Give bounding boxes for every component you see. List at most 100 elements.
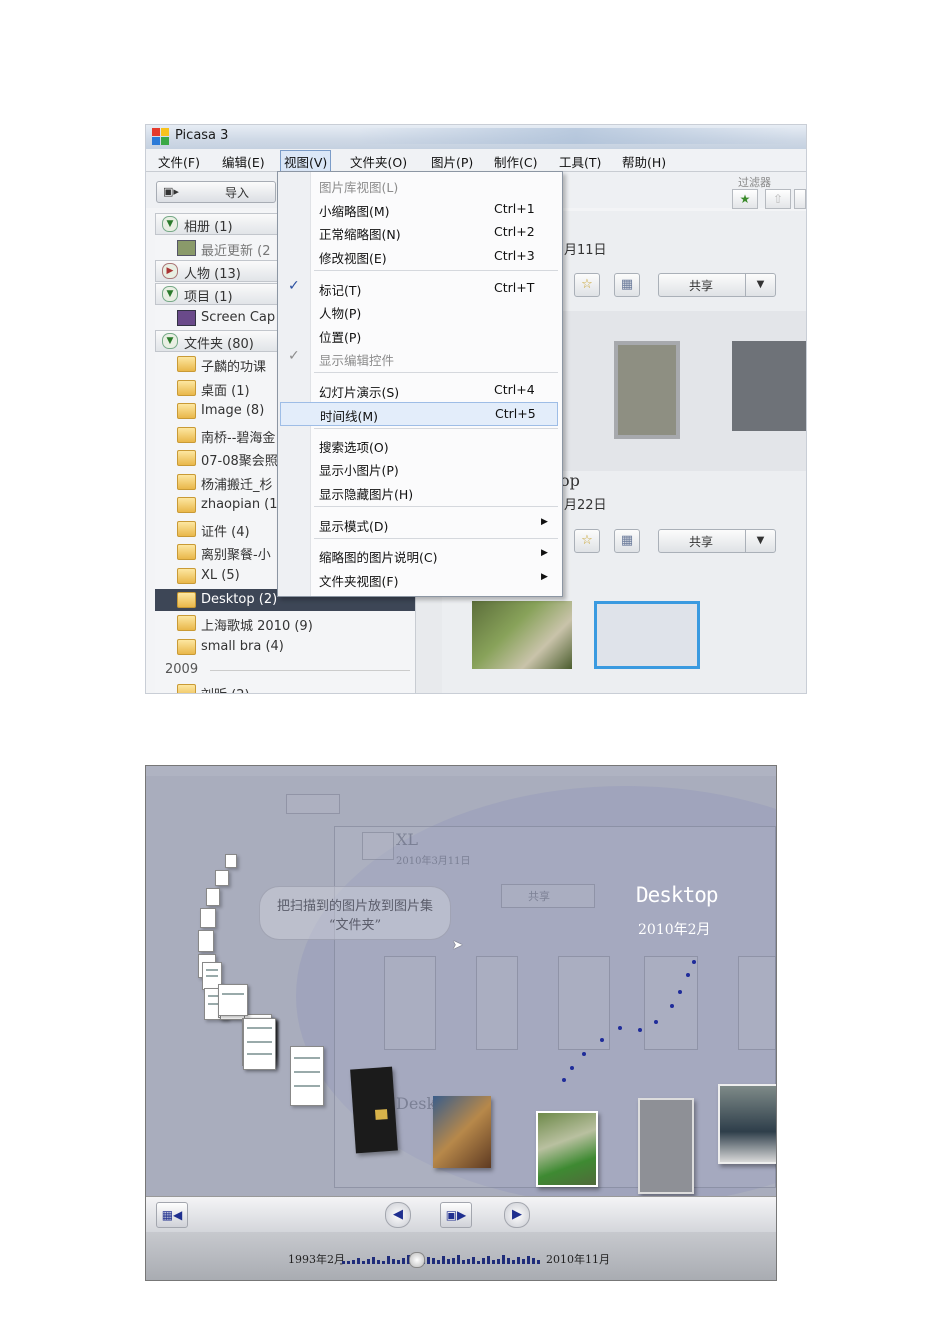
folder-icon: [177, 380, 196, 396]
menu-item-people[interactable]: 人物(P): [278, 300, 562, 322]
menu-create[interactable]: 制作(C): [494, 152, 537, 171]
photo-stack[interactable]: [638, 1098, 694, 1194]
save-icon[interactable]: ▦: [614, 273, 640, 297]
album-icon: [177, 240, 196, 256]
collapse-icon[interactable]: ▼: [162, 333, 178, 349]
timeline-bar: [372, 1257, 375, 1264]
timeline-bar: [527, 1256, 530, 1264]
window-title: Picasa 3: [175, 128, 229, 143]
menu-item-small-thumbnails[interactable]: 小缩略图(M) Ctrl+1: [278, 198, 562, 220]
photo-stack[interactable]: [718, 1084, 776, 1164]
timeline-bar: [482, 1258, 485, 1264]
menu-item-places[interactable]: 位置(P): [278, 324, 562, 346]
star-button[interactable]: ☆: [574, 273, 600, 297]
timeline-bar: [347, 1261, 350, 1264]
timeline-stack-item[interactable]: [225, 854, 237, 868]
timeline-end-label: 2010年11月: [546, 1253, 610, 1266]
submenu-arrow-icon: ▶: [541, 572, 548, 582]
timeline-stack-item[interactable]: [215, 870, 229, 886]
timeline-bar: [447, 1259, 450, 1264]
chevron-down-icon[interactable]: ▼: [745, 274, 775, 296]
menu-item-slideshow[interactable]: 幻灯片演示(S) Ctrl+4: [278, 379, 562, 401]
checkmark-icon: ✓: [288, 348, 300, 364]
menu-item-normal-thumbnails[interactable]: 正常缩略图(N) Ctrl+2: [278, 221, 562, 243]
timeline-bar: [352, 1260, 355, 1264]
import-button[interactable]: ▣▸ 导入: [156, 181, 276, 203]
play-slideshow-button[interactable]: ▣▶: [440, 1202, 472, 1228]
timeline-bar: [507, 1258, 510, 1264]
menu-tools[interactable]: 工具(T): [559, 152, 601, 171]
menu-item-display-mode[interactable]: 显示模式(D) ▶: [278, 513, 562, 535]
menu-help[interactable]: 帮助(H): [622, 152, 666, 171]
thumbnail[interactable]: [732, 341, 806, 431]
menu-item-search-options[interactable]: 搜索选项(O): [278, 434, 562, 456]
photo-stack[interactable]: [350, 1066, 398, 1154]
timeline-bar: [452, 1258, 455, 1264]
title-bar: Picasa 3: [146, 125, 806, 149]
photo-thumbnail[interactable]: [472, 601, 572, 669]
thumbnail[interactable]: [614, 341, 680, 439]
collapse-icon[interactable]: ▼: [162, 216, 178, 232]
filter-upload-icon[interactable]: ⇧: [765, 189, 791, 209]
timeline-stack-item[interactable]: [200, 908, 216, 928]
menu-item-show-small-pictures[interactable]: 显示小图片(P): [278, 457, 562, 479]
next-arrow-icon[interactable]: ▶: [504, 1202, 530, 1228]
folder-item[interactable]: 刘昕 (2): [155, 681, 415, 693]
menu-item-edit-view[interactable]: 修改视图(E) Ctrl+3: [278, 245, 562, 267]
screenshot-thumbnail-selected[interactable]: [594, 601, 700, 669]
folder-icon: [177, 615, 196, 631]
timeline-stack-item[interactable]: [198, 930, 214, 952]
menu-folder[interactable]: 文件夹(O): [350, 152, 407, 171]
folder-icon: [177, 403, 196, 419]
timeline-bar: [402, 1258, 405, 1264]
menu-item-timeline[interactable]: 时间线(M) Ctrl+5: [280, 402, 558, 426]
share-button[interactable]: 共享 ▼: [658, 273, 776, 297]
menu-item-tags[interactable]: ✓ 标记(T) Ctrl+T: [278, 277, 562, 299]
timeline-stack-item[interactable]: [206, 888, 220, 906]
photo-stack[interactable]: [433, 1096, 491, 1168]
folder-item[interactable]: small bra (4): [155, 636, 415, 658]
folder-icon: [177, 544, 196, 560]
folder-icon: [177, 497, 196, 513]
previous-arrow-icon[interactable]: ◀: [385, 1202, 411, 1228]
chevron-down-icon[interactable]: ▼: [745, 530, 775, 552]
timeline-bar: [457, 1255, 460, 1264]
timeline-stack-item[interactable]: [218, 984, 248, 1016]
timeline-bar: [532, 1258, 535, 1264]
folder-icon: [177, 568, 196, 584]
back-to-library-button[interactable]: ▦◀: [156, 1202, 188, 1228]
expand-icon[interactable]: ▶: [162, 263, 178, 279]
share-button[interactable]: 共享 ▼: [658, 529, 776, 553]
timeline-bar: [497, 1259, 500, 1264]
star-button[interactable]: ☆: [574, 529, 600, 553]
timeline-bar: [367, 1259, 370, 1264]
folder-icon: [177, 684, 196, 693]
menu-edit[interactable]: 编辑(E): [222, 152, 265, 171]
filter-label: 过滤器: [738, 176, 771, 189]
save-icon[interactable]: ▦: [614, 529, 640, 553]
folder-item[interactable]: 上海歌城 2010 (9): [155, 612, 415, 634]
collapse-icon[interactable]: ▼: [162, 286, 178, 302]
menu-picture[interactable]: 图片(P): [431, 152, 473, 171]
folder-icon: [177, 450, 196, 466]
folder-icon: [177, 592, 196, 608]
timeline-scrubber[interactable]: 1993年2月 2010年11月: [146, 1232, 776, 1280]
photo-stack[interactable]: [536, 1111, 598, 1187]
timeline-bar: [492, 1260, 495, 1264]
menu-item-folder-view[interactable]: 文件夹视图(F) ▶: [278, 568, 562, 590]
menu-item-library-view[interactable]: 图片库视图(L): [278, 174, 562, 196]
timeline-bar: [477, 1261, 480, 1264]
menu-file[interactable]: 文件(F): [158, 152, 200, 171]
folder-icon: [177, 521, 196, 537]
timeline-bar: [467, 1259, 470, 1264]
filter-star-icon[interactable]: ★: [732, 189, 758, 209]
menu-item-thumbnail-captions[interactable]: 缩略图的图片说明(C) ▶: [278, 544, 562, 566]
filter-more-icon[interactable]: [794, 189, 806, 209]
menu-item-show-hidden[interactable]: 显示隐藏图片(H): [278, 481, 562, 503]
menu-view[interactable]: 视图(V): [280, 150, 332, 173]
timeline-stack-item[interactable]: [243, 1018, 276, 1070]
timeline-bar: [392, 1259, 395, 1264]
menu-item-show-edit-controls[interactable]: ✓ 显示编辑控件: [278, 347, 562, 369]
timeline-slider-knob[interactable]: [409, 1252, 425, 1268]
timeline-stack-item[interactable]: [290, 1046, 324, 1106]
